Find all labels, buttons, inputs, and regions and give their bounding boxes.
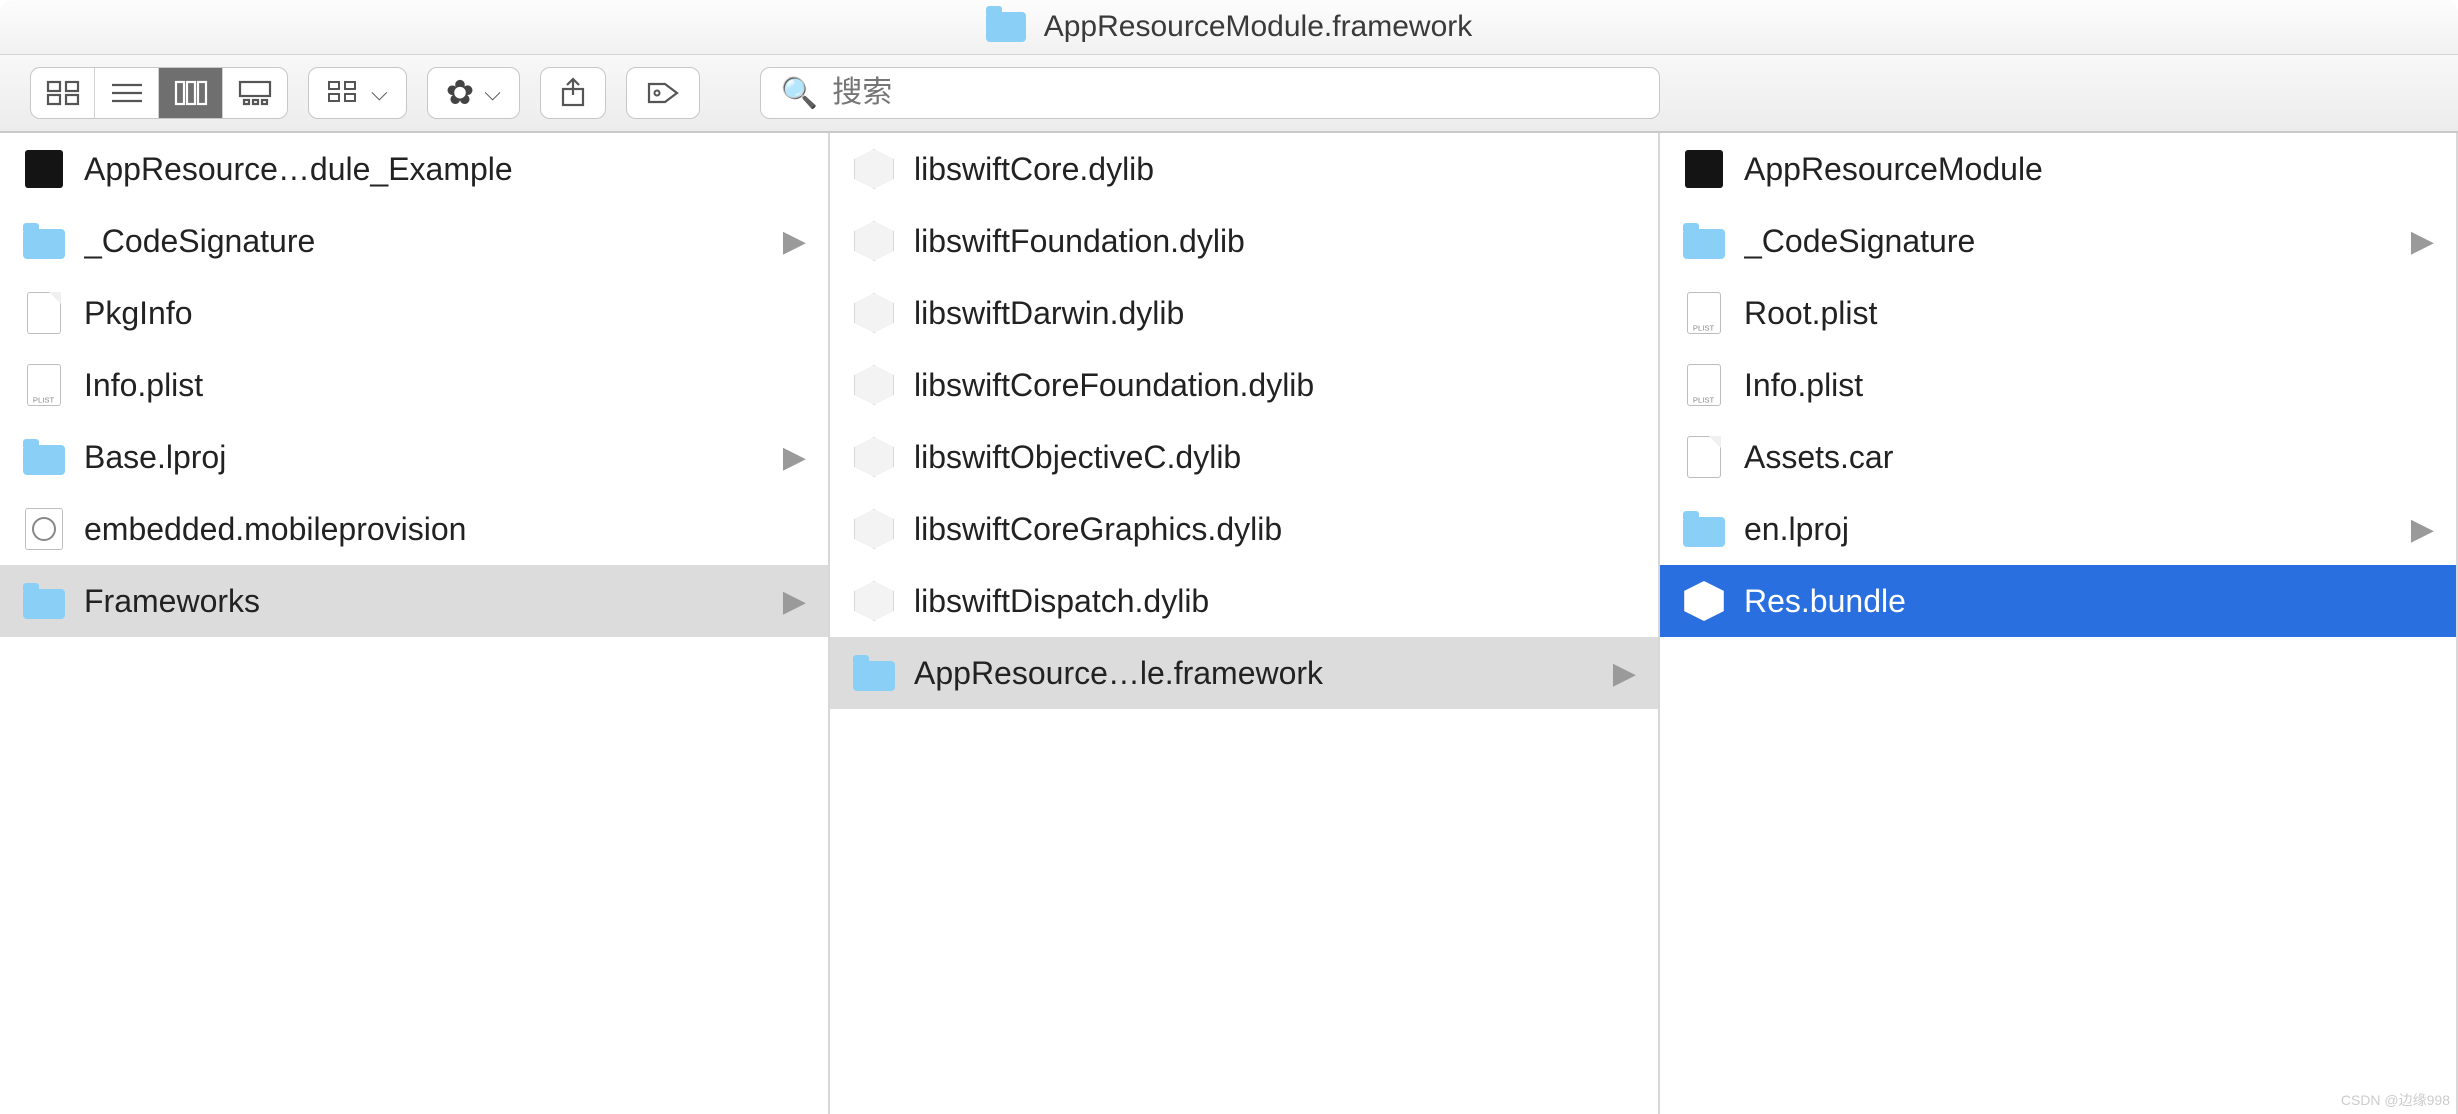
file-label: en.lproj: [1744, 511, 2393, 548]
disclosure-arrow-icon: ▶: [2411, 224, 2434, 259]
file-label: AppResource…le.framework: [914, 655, 1595, 692]
icon-view-button[interactable]: [31, 68, 95, 118]
search-icon: 🔍: [781, 76, 818, 111]
file-label: Info.plist: [84, 367, 806, 404]
disclosure-arrow-icon: ▶: [783, 440, 806, 475]
disclosure-arrow-icon: ▶: [1613, 656, 1636, 691]
folder-icon: [22, 435, 66, 479]
library-icon: [852, 579, 896, 623]
search-input[interactable]: [832, 76, 1639, 110]
library-icon: [852, 435, 896, 479]
file-row[interactable]: libswiftCoreGraphics.dylib: [830, 493, 1658, 565]
file-row[interactable]: libswiftDarwin.dylib: [830, 277, 1658, 349]
chevron-down-icon: ⌵: [484, 80, 501, 106]
folder-icon: [1682, 219, 1726, 263]
file-row[interactable]: AppResource…dule_Example: [0, 133, 828, 205]
toolbar: ⌵ ✿ ⌵ 🔍: [0, 55, 2458, 133]
file-label: libswiftCore.dylib: [914, 151, 1636, 188]
file-row[interactable]: Assets.car: [1660, 421, 2456, 493]
watermark: CSDN @边缘998: [2341, 1090, 2450, 1110]
file-icon: [1682, 435, 1726, 479]
column-1[interactable]: AppResource…dule_Example _CodeSignature ▶ P…: [0, 133, 830, 1114]
executable-icon: [1682, 147, 1726, 191]
titlebar: AppResourceModule.framework: [0, 0, 2458, 55]
gear-icon: ✿: [446, 73, 475, 113]
executable-icon: [22, 147, 66, 191]
file-row[interactable]: Root.plist: [1660, 277, 2456, 349]
disclosure-arrow-icon: ▶: [783, 584, 806, 619]
file-row[interactable]: AppResourceModule: [1660, 133, 2456, 205]
tags-button[interactable]: [626, 67, 700, 119]
file-row[interactable]: Info.plist: [1660, 349, 2456, 421]
view-mode-group: [30, 67, 288, 119]
column-browser: AppResource…dule_Example _CodeSignature ▶ P…: [0, 133, 2458, 1114]
disclosure-arrow-icon: ▶: [2411, 512, 2434, 547]
file-label: libswiftCoreFoundation.dylib: [914, 367, 1636, 404]
library-icon: [852, 219, 896, 263]
library-icon: [852, 363, 896, 407]
folder-icon: [986, 12, 1026, 42]
finder-window: AppResourceModule.framework ⌵ ✿ ⌵: [0, 0, 2458, 1114]
file-label: libswiftDispatch.dylib: [914, 583, 1636, 620]
list-view-button[interactable]: [95, 68, 159, 118]
column-view-button[interactable]: [159, 68, 223, 118]
action-button[interactable]: ✿ ⌵: [427, 67, 520, 119]
bundle-icon: [1682, 579, 1726, 623]
file-label: Base.lproj: [84, 439, 765, 476]
file-label: libswiftCoreGraphics.dylib: [914, 511, 1636, 548]
file-row[interactable]: libswiftCore.dylib: [830, 133, 1658, 205]
file-label: Info.plist: [1744, 367, 2434, 404]
file-row[interactable]: libswiftObjectiveC.dylib: [830, 421, 1658, 493]
plist-icon: [1682, 363, 1726, 407]
file-label: AppResourceModule: [1744, 151, 2434, 188]
column-3[interactable]: AppResourceModule _CodeSignature ▶ Root.pli…: [1660, 133, 2458, 1114]
file-label: AppResource…dule_Example: [84, 151, 806, 188]
file-row[interactable]: Frameworks ▶: [0, 565, 828, 637]
chevron-down-icon: ⌵: [371, 80, 388, 106]
library-icon: [852, 291, 896, 335]
file-row[interactable]: libswiftFoundation.dylib: [830, 205, 1658, 277]
file-row[interactable]: Base.lproj ▶: [0, 421, 828, 493]
file-row[interactable]: PkgInfo: [0, 277, 828, 349]
plist-icon: [22, 363, 66, 407]
plist-icon: [1682, 291, 1726, 335]
file-label: _CodeSignature: [1744, 223, 2393, 260]
library-icon: [852, 507, 896, 551]
provision-icon: [22, 507, 66, 551]
file-label: libswiftDarwin.dylib: [914, 295, 1636, 332]
file-row[interactable]: embedded.mobileprovision: [0, 493, 828, 565]
file-label: embedded.mobileprovision: [84, 511, 806, 548]
disclosure-arrow-icon: ▶: [783, 224, 806, 259]
file-icon: [22, 291, 66, 335]
file-label: Root.plist: [1744, 295, 2434, 332]
file-label: Frameworks: [84, 583, 765, 620]
window-title: AppResourceModule.framework: [1044, 10, 1473, 44]
search-field[interactable]: 🔍: [760, 67, 1660, 119]
folder-icon: [22, 579, 66, 623]
folder-icon: [1682, 507, 1726, 551]
file-row[interactable]: en.lproj ▶: [1660, 493, 2456, 565]
library-icon: [852, 147, 896, 191]
file-row[interactable]: _CodeSignature ▶: [0, 205, 828, 277]
file-row[interactable]: Info.plist: [0, 349, 828, 421]
file-row[interactable]: AppResource…le.framework ▶: [830, 637, 1658, 709]
folder-icon: [22, 219, 66, 263]
arrange-button[interactable]: ⌵: [308, 67, 407, 119]
file-label: libswiftObjectiveC.dylib: [914, 439, 1636, 476]
gallery-view-button[interactable]: [223, 68, 287, 118]
file-label: _CodeSignature: [84, 223, 765, 260]
folder-icon: [852, 651, 896, 695]
file-row[interactable]: libswiftCoreFoundation.dylib: [830, 349, 1658, 421]
file-row[interactable]: _CodeSignature ▶: [1660, 205, 2456, 277]
file-label: Res.bundle: [1744, 583, 2434, 620]
file-row[interactable]: libswiftDispatch.dylib: [830, 565, 1658, 637]
file-row[interactable]: Res.bundle: [1660, 565, 2456, 637]
file-label: Assets.car: [1744, 439, 2434, 476]
file-label: libswiftFoundation.dylib: [914, 223, 1636, 260]
share-button[interactable]: [540, 67, 606, 119]
file-label: PkgInfo: [84, 295, 806, 332]
column-2[interactable]: libswiftCore.dylib libswiftFoundation.dyl…: [830, 133, 1660, 1114]
